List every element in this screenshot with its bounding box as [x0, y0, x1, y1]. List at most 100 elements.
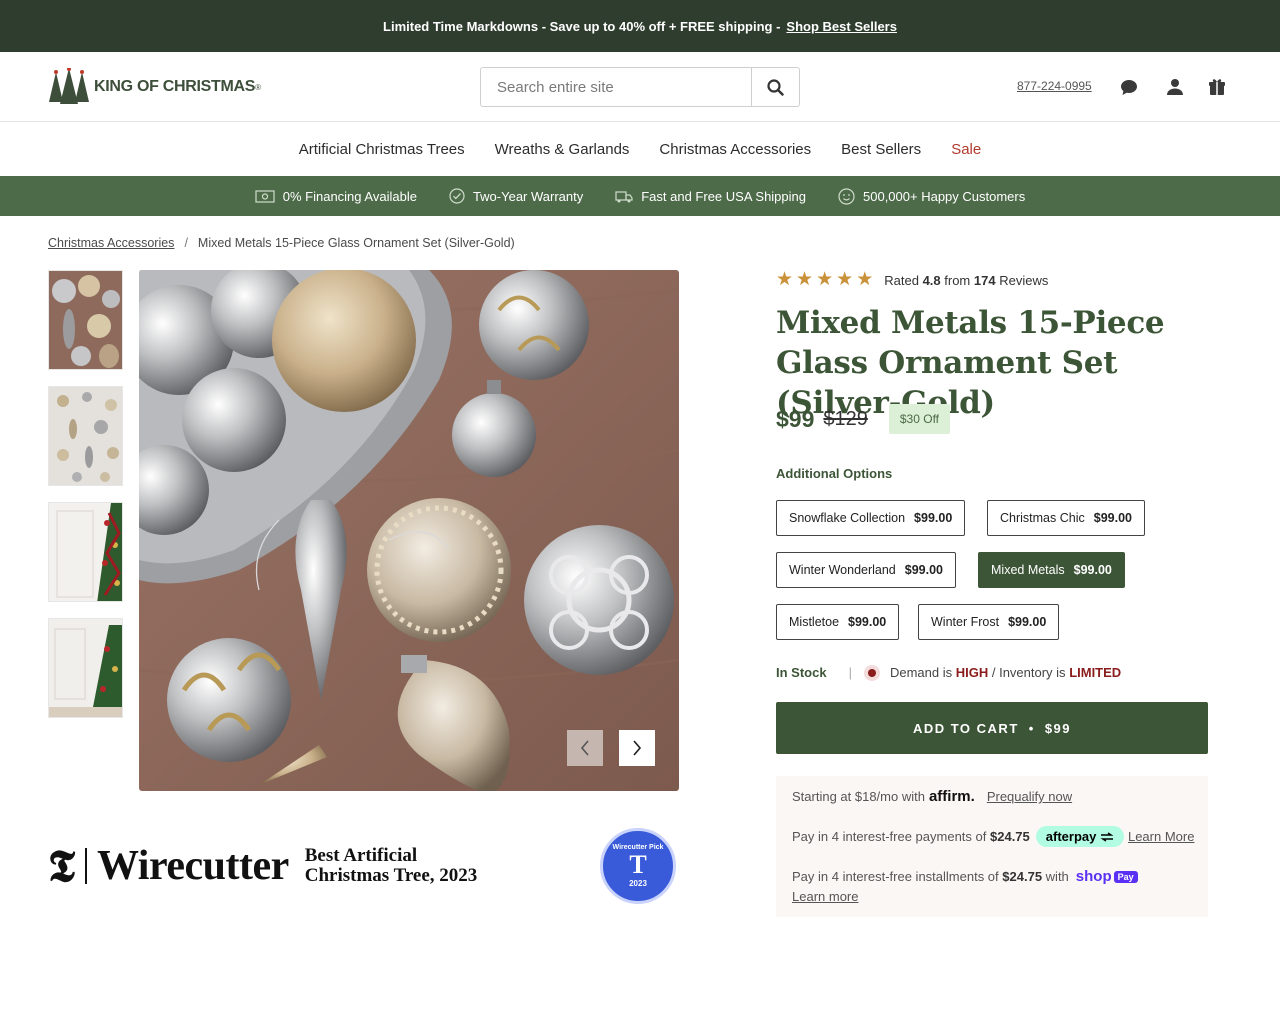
star-rating: ★ ★ ★ ★ ★ [776, 269, 876, 290]
shop-pay-text: Pay in 4 interest-free installments of [792, 869, 999, 884]
breadcrumb: Christmas Accessories / Mixed Metals 15-… [48, 236, 515, 250]
gallery-next-button[interactable] [619, 730, 655, 766]
star-icon: ★ [816, 269, 834, 290]
site-header: KING OF CHRISTMAS® 877-224-0995 [0, 52, 1280, 122]
cash-icon [255, 189, 275, 203]
inventory-level: LIMITED [1069, 665, 1122, 680]
promo-text: Limited Time Markdowns - Save up to 40% … [383, 18, 781, 34]
thumbnail-3[interactable] [48, 502, 123, 602]
thumbnail-1[interactable] [48, 270, 123, 370]
option-snowflake-collection[interactable]: Snowflake Collection $99.00 [776, 500, 966, 536]
decorated-tree-image [49, 503, 122, 601]
check-badge-icon [449, 188, 465, 204]
benefit-financing: 0% Financing Available [255, 189, 417, 204]
nav-christmas-accessories[interactable]: Christmas Accessories [659, 141, 811, 158]
shop-pay-amount: $24.75 [1002, 869, 1043, 884]
ornament-closeup-image [49, 271, 122, 369]
promo-link[interactable]: Shop Best Sellers [786, 19, 897, 34]
rating-value: 4.8 [922, 272, 941, 288]
breadcrumb-parent[interactable]: Christmas Accessories [48, 236, 174, 250]
option-name: Winter Frost [931, 615, 1000, 629]
wirecutter-pick-badge: Wirecutter Pick T 2023 [600, 828, 676, 904]
option-name: Winter Wonderland [789, 563, 896, 577]
chevron-left-icon [580, 740, 589, 756]
search-input[interactable] [481, 68, 751, 106]
option-price: $99.00 [904, 563, 943, 577]
account-icon[interactable] [1165, 77, 1185, 97]
cart-icon[interactable] [1207, 77, 1227, 97]
thumbnail-2[interactable] [48, 386, 123, 486]
option-mistletoe[interactable]: Mistletoe $99.00 [776, 604, 900, 640]
breadcrumb-separator: / [184, 236, 188, 250]
reviews-label: Reviews [999, 272, 1049, 288]
affirm-logo: affirm. [928, 788, 975, 805]
search-button[interactable] [751, 68, 799, 106]
benefit-shipping: Fast and Free USA Shipping [615, 189, 806, 204]
nav-sale[interactable]: Sale [951, 141, 981, 158]
demand-indicator-icon [867, 668, 876, 677]
stock-status: In Stock | Demand is HIGH / Inventory is… [776, 665, 1121, 680]
ornament-flatlay-image [49, 387, 122, 485]
star-icon: ★ [856, 269, 874, 290]
benefit-label: 500,000+ Happy Customers [863, 188, 1026, 204]
option-name: Mistletoe [789, 615, 840, 629]
award-divider [85, 848, 88, 884]
shop-pay-learn-more-link[interactable]: Learn more [792, 889, 858, 904]
discount-badge: $30 Off [888, 404, 951, 434]
nav-best-sellers[interactable]: Best Sellers [841, 141, 921, 158]
tree-room-image [49, 619, 122, 717]
benefit-warranty: Two-Year Warranty [449, 188, 583, 204]
original-price: $129 [823, 407, 868, 430]
option-christmas-chic[interactable]: Christmas Chic $99.00 [987, 500, 1145, 536]
shop-logo-text: shop [1075, 868, 1112, 885]
options-label: Additional Options [776, 466, 893, 481]
benefit-label: 0% Financing Available [282, 188, 417, 204]
logo-registered-mark: ® [255, 82, 262, 92]
award-title-line-2: Christmas Tree, 2023 [304, 865, 478, 886]
nav-wreaths-garlands[interactable]: Wreaths & Garlands [495, 141, 630, 158]
search-box [480, 67, 800, 107]
star-icon: ★ [776, 269, 794, 290]
demand-prefix: Demand is [889, 665, 953, 680]
option-winter-frost[interactable]: Winter Frost $99.00 [918, 604, 1060, 640]
main-product-image [139, 270, 679, 791]
payment-options: Starting at $18/mo with affirm. Prequali… [776, 776, 1208, 917]
star-icon: ★ [836, 269, 854, 290]
demand-level: HIGH [955, 665, 989, 680]
ornament-set-photo [139, 270, 679, 791]
gallery-prev-button[interactable] [567, 730, 603, 766]
logo[interactable]: KING OF CHRISTMAS ® [48, 68, 261, 106]
rating-from: from [944, 272, 971, 288]
afterpay-learn-more-link[interactable]: Learn More [1128, 829, 1194, 844]
award-title-line-1: Best Artificial [304, 845, 418, 866]
prequalify-link[interactable]: Prequalify now [987, 789, 1072, 804]
product-rating[interactable]: ★ ★ ★ ★ ★ Rated 4.8 from 174 Reviews [776, 269, 1049, 290]
afterpay-logo-text: afterpay [1045, 829, 1097, 844]
option-price: $99.00 [1073, 563, 1112, 577]
phone-link[interactable]: 877-224-0995 [1017, 79, 1092, 93]
shop-pay-with: with [1045, 869, 1069, 884]
wirecutter-wordmark: Wirecutter [97, 843, 289, 889]
badge-year: 2023 [629, 879, 647, 888]
chat-icon[interactable] [1119, 77, 1139, 97]
inventory-prefix: / Inventory is [991, 665, 1066, 680]
nav-artificial-trees[interactable]: Artificial Christmas Trees [299, 141, 465, 158]
benefit-customers: 500,000+ Happy Customers [838, 187, 1026, 205]
main-nav: Artificial Christmas Trees Wreaths & Gar… [0, 122, 1280, 176]
price-block: $99 $129 $30 Off [776, 404, 951, 434]
thumbnail-4[interactable] [48, 618, 123, 718]
afterpay-text: Pay in 4 interest-free payments of [792, 829, 987, 844]
afterpay-row: Pay in 4 interest-free payments of $24.7… [792, 826, 1194, 847]
benefit-label: Two-Year Warranty [472, 188, 584, 204]
add-to-cart-price: $99 [1044, 720, 1072, 736]
stock-separator: | [848, 665, 852, 680]
option-winter-wonderland[interactable]: Winter Wonderland $99.00 [776, 552, 956, 588]
breadcrumb-current: Mixed Metals 15-Piece Glass Ornament Set… [197, 236, 515, 250]
rating-prefix: Rated [884, 272, 919, 288]
option-mixed-metals[interactable]: Mixed Metals $99.00 [978, 552, 1125, 588]
add-to-cart-button[interactable]: ADD TO CART • $99 [776, 702, 1208, 754]
nyt-logo: 𝕿 [48, 841, 76, 891]
add-to-cart-label: ADD TO CART [912, 720, 1019, 736]
option-name: Christmas Chic [1000, 511, 1085, 525]
shop-pay-badge: Pay [1113, 870, 1138, 883]
